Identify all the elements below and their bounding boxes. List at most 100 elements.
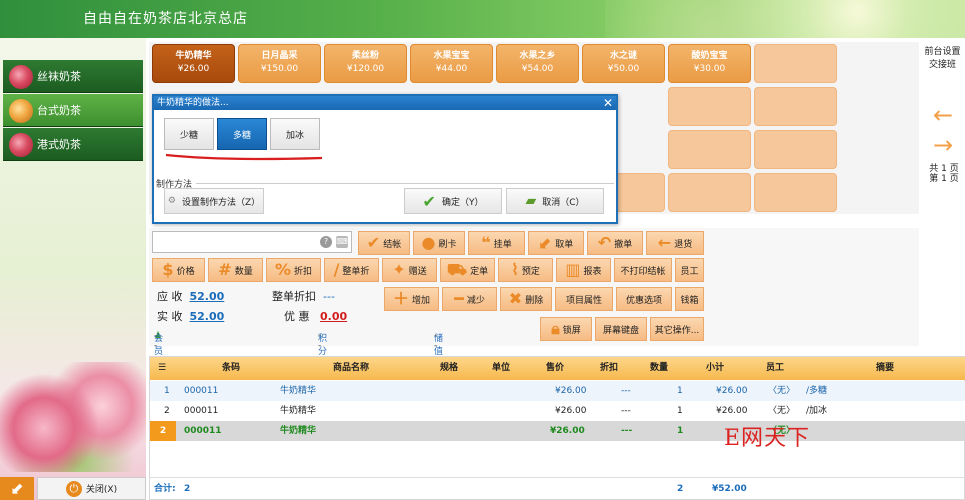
cancel-button[interactable]: ▰ 取消（C） — [506, 188, 604, 214]
place-order-button[interactable]: ⛟ 定单 — [440, 258, 495, 282]
cell-qty: 1 — [677, 386, 683, 396]
check-icon: ✔ — [422, 191, 436, 211]
product-price: ¥44.00 — [435, 64, 468, 74]
total-amount: ¥52.00 — [712, 484, 747, 494]
item-attributes-button[interactable]: 项目属性 — [555, 287, 613, 311]
close-button[interactable]: ⏻ 关闭(X) — [37, 477, 146, 500]
gift-button[interactable]: ✦ 赠送 — [382, 258, 437, 282]
stored-value-value: -- — [434, 331, 438, 351]
folder-icon: ▰ — [525, 193, 537, 209]
cell-staff: 〈无〉 — [768, 406, 796, 416]
cell-subtotal: ¥26.00 — [716, 406, 748, 416]
front-settings-link[interactable]: 前台设置 — [920, 46, 965, 59]
product-tile[interactable]: 柔丝粉 ¥120.00 — [324, 44, 407, 83]
button-label: 钱箱 — [680, 295, 699, 306]
list-icon: ☰ — [158, 363, 167, 373]
product-tile[interactable]: 日月晶采 ¥150.00 — [238, 44, 321, 83]
button-label: 数量 — [234, 266, 253, 277]
retrieve-order-button[interactable]: ⬋ 取单 — [528, 231, 584, 255]
product-tile[interactable]: 水果宝宝 ¥44.00 — [410, 44, 493, 83]
close-icon[interactable]: ✕ — [603, 96, 613, 110]
category-item-hongkong-tea[interactable]: 港式奶茶 — [3, 128, 143, 161]
hold-order-button[interactable]: ❝ 挂单 — [468, 231, 525, 255]
dialog-title-bar: 牛奶精华的做法... ✕ — [154, 96, 616, 110]
lock-icon: 🔒︎ — [551, 319, 560, 338]
increase-button[interactable]: ＋增加 — [384, 287, 439, 311]
set-method-button[interactable]: ⚙ 设置制作方法（Z） — [164, 188, 264, 214]
operations-panel: ? ⌨ ✔ 结帐 ● 刷卡 ❝ 挂单 ⬋ 取单 ↶ 撤单 ← 退货 $ 价格 # 数量 % 折扣 … — [149, 228, 919, 357]
empty-tile[interactable] — [754, 173, 837, 212]
shift-handover-link[interactable]: 交接班 — [920, 59, 965, 72]
product-name: 水之谜 — [609, 51, 637, 61]
empty-tile[interactable] — [668, 173, 751, 212]
total-qty: 2 — [677, 484, 684, 494]
prev-page-arrow-icon[interactable]: ← — [932, 103, 954, 127]
column-header: 条码 — [222, 363, 241, 373]
cell-price: ¥26.00 — [555, 386, 587, 396]
cash-drawer-button[interactable]: 钱箱 — [675, 287, 704, 311]
table-header: ☰ 条码 商品名称 规格 单位 售价 折扣 数量 小计 员工 摘要 — [150, 357, 965, 380]
category-label: 港式奶茶 — [37, 138, 81, 151]
empty-tile[interactable] — [668, 87, 751, 126]
product-tile[interactable]: 水之谜 ¥50.00 — [582, 44, 665, 83]
product-tile[interactable]: 水果之乡 ¥54.00 — [496, 44, 579, 83]
no-print-checkout-button[interactable]: 不打印结帐 — [614, 258, 672, 282]
category-item-silk-stocking-tea[interactable]: 丝袜奶茶 — [3, 60, 143, 93]
help-icon[interactable]: ? — [320, 236, 332, 248]
category-item-taiwan-tea[interactable]: 台式奶茶 — [3, 94, 143, 127]
ok-button[interactable]: ✔ 确定（Y） — [404, 188, 502, 214]
delete-button[interactable]: ✖ 删除 — [500, 287, 552, 311]
table-row[interactable]: 2 000011 牛奶精华 ¥26.00 --- 1 ¥26.00 〈无〉 /加… — [150, 401, 965, 421]
cell-staff: 〈无〉 — [768, 386, 796, 396]
next-page-arrow-icon[interactable]: → — [932, 133, 954, 157]
quantity-button[interactable]: # 数量 — [208, 258, 263, 282]
preparation-dialog: 牛奶精华的做法... ✕ 少糖 多糖 加冰 制作方法 ⚙ 设置制作方法（Z） ✔ 确定… — [152, 94, 618, 224]
reserve-button[interactable]: ⌇ 预定 — [498, 258, 553, 282]
promotion-options-button[interactable]: 优惠选项 — [616, 287, 672, 311]
table-footer: 合计: 2 2 ¥52.00 — [150, 477, 965, 500]
table-row-selected[interactable]: 2 000011 牛奶精华 ¥26.00 --- 1 〈无〉 — [150, 421, 965, 441]
left-arrow-icon: ← — [657, 233, 672, 252]
power-icon: ⏻ — [65, 480, 82, 497]
person-icon: ● — [421, 233, 436, 252]
empty-tile[interactable] — [754, 44, 837, 83]
empty-tile[interactable] — [668, 130, 751, 169]
return-goods-button[interactable]: ← 退货 — [646, 231, 704, 255]
void-order-button[interactable]: ↶ 撤单 — [587, 231, 643, 255]
checkout-button[interactable]: ✔ 结帐 — [358, 231, 410, 255]
screen-keyboard-button[interactable]: 屏幕键盘 — [595, 317, 647, 341]
order-discount-button[interactable]: / 整单折 — [324, 258, 379, 282]
cell-note: /加冰 — [806, 406, 828, 416]
option-more-sugar[interactable]: 多糖 — [217, 118, 267, 150]
staff-button[interactable]: 员工 — [675, 258, 704, 282]
option-add-ice[interactable]: 加冰 — [270, 118, 320, 150]
product-tile[interactable]: 酸奶宝宝 ¥30.00 — [668, 44, 751, 83]
rose-icon — [9, 133, 33, 157]
hash-icon: # — [218, 260, 232, 279]
barcode-input[interactable]: ? ⌨ — [152, 231, 352, 253]
empty-tile[interactable] — [754, 130, 837, 169]
table-row[interactable]: 1 000011 牛奶精华 ¥26.00 --- 1 ¥26.00 〈无〉 /多… — [150, 381, 965, 401]
back-button[interactable]: ⬋ — [0, 477, 34, 500]
card-swipe-button[interactable]: ● 刷卡 — [413, 231, 465, 255]
paid-label: 实 收 — [157, 310, 183, 323]
button-label: 员工 — [680, 266, 699, 277]
product-tile[interactable]: 牛奶精华 ¥26.00 — [152, 44, 235, 83]
decrease-button[interactable]: ━ 减少 — [442, 287, 497, 311]
product-price: ¥26.00 — [177, 64, 210, 74]
group-divider — [196, 183, 614, 184]
button-label: 不打印结帐 — [620, 266, 666, 277]
check-icon: ✔ — [366, 233, 381, 252]
other-operations-button[interactable]: 其它操作... — [650, 317, 704, 341]
option-less-sugar[interactable]: 少糖 — [164, 118, 214, 150]
report-button[interactable]: ▥ 报表 — [556, 258, 611, 282]
price-button[interactable]: $ 价格 — [152, 258, 205, 282]
lock-screen-button[interactable]: 🔒︎ 锁屏 — [540, 317, 592, 341]
empty-tile[interactable] — [754, 87, 837, 126]
discount-button[interactable]: % 折扣 — [266, 258, 321, 282]
keyboard-icon[interactable]: ⌨ — [336, 236, 348, 248]
slash-icon: / — [333, 260, 340, 279]
option-label: 加冰 — [285, 130, 304, 141]
back-arrow-icon: ⬋ — [10, 479, 24, 498]
cell-name: 牛奶精华 — [280, 406, 317, 416]
